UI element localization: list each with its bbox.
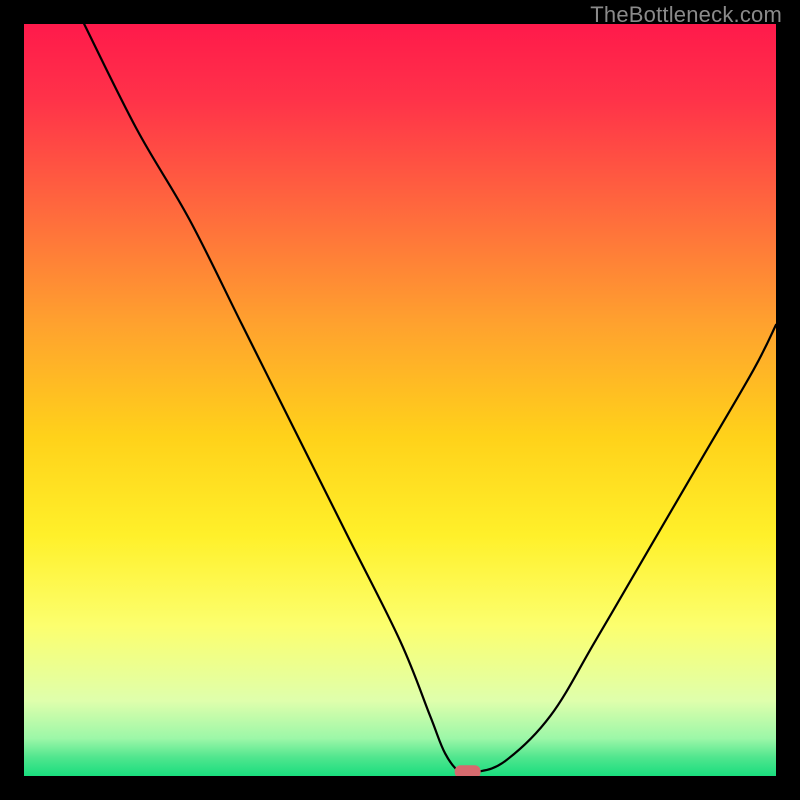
- optimal-marker: [24, 24, 776, 776]
- chart-frame: TheBottleneck.com: [0, 0, 800, 800]
- watermark-text: TheBottleneck.com: [590, 2, 782, 28]
- plot-area: [24, 24, 776, 776]
